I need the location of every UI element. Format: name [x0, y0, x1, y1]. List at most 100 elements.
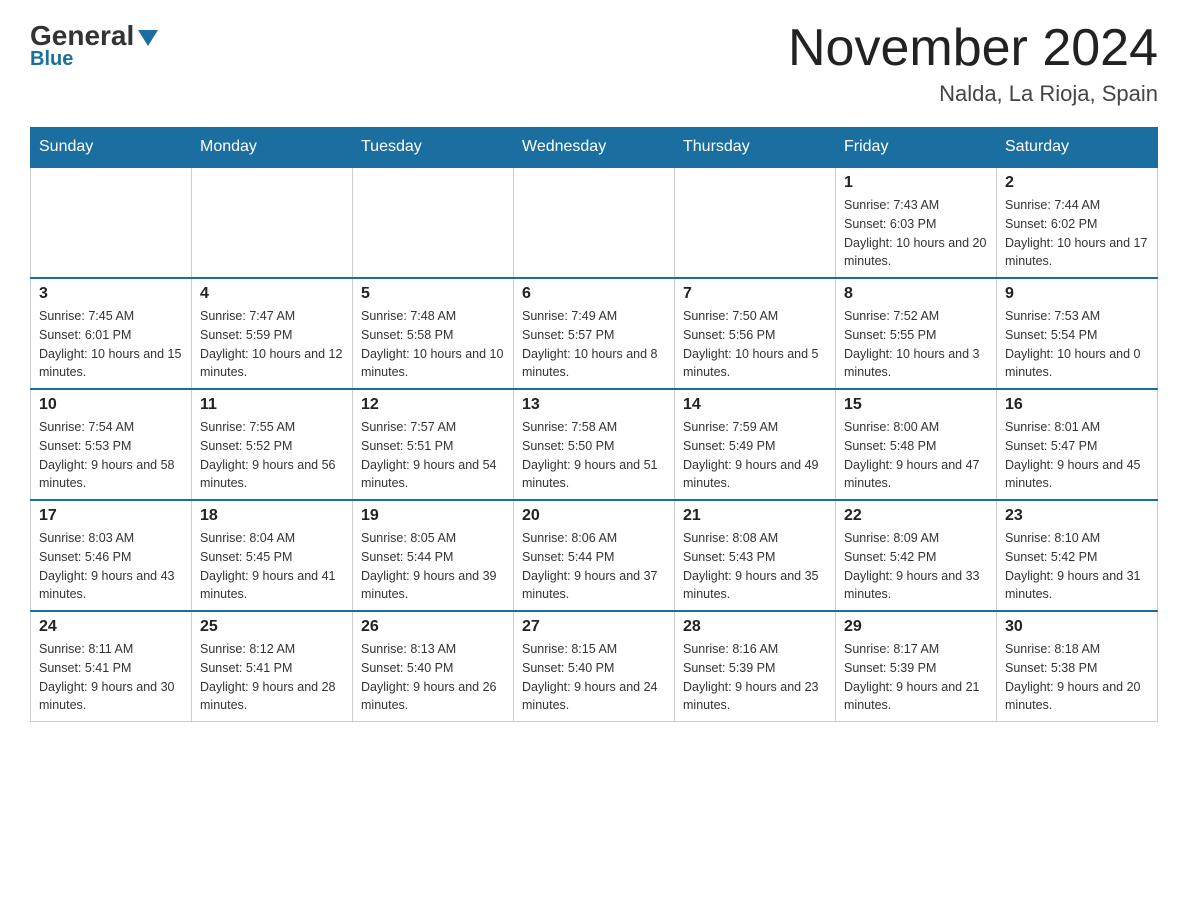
calendar-cell: 29 Sunrise: 8:17 AMSunset: 5:39 PMDayligh… — [836, 611, 997, 722]
day-info: Sunrise: 7:43 AMSunset: 6:03 PMDaylight:… — [844, 196, 988, 271]
calendar-cell: 19Sunrise: 8:05 AMSunset: 5:44 PMDayligh… — [353, 500, 514, 611]
day-number: 19 — [361, 507, 505, 525]
calendar-cell: 22 Sunrise: 8:09 AMSunset: 5:42 PMDayligh… — [836, 500, 997, 611]
day-number: 13 — [522, 396, 666, 414]
day-number: 18 — [200, 507, 344, 525]
day-number: 5 — [361, 285, 505, 303]
day-info: Sunrise: 8:13 AMSunset: 5:40 PMDaylight:… — [361, 640, 505, 715]
calendar-week-row: 17 Sunrise: 8:03 AMSunset: 5:46 PMDayligh… — [31, 500, 1158, 611]
day-info: Sunrise: 8:11 AMSunset: 5:41 PMDaylight:… — [39, 640, 183, 715]
day-number: 2 — [1005, 174, 1149, 192]
calendar-cell: 12 Sunrise: 7:57 AMSunset: 5:51 PMDayligh… — [353, 389, 514, 500]
calendar-cell: 18 Sunrise: 8:04 AMSunset: 5:45 PMDayligh… — [192, 500, 353, 611]
calendar-cell: 25 Sunrise: 8:12 AMSunset: 5:41 PMDayligh… — [192, 611, 353, 722]
calendar-cell: 10 Sunrise: 7:54 AMSunset: 5:53 PMDayligh… — [31, 389, 192, 500]
day-number: 25 — [200, 618, 344, 636]
calendar-cell: 15 Sunrise: 8:00 AMSunset: 5:48 PMDayligh… — [836, 389, 997, 500]
day-number: 24 — [39, 618, 183, 636]
day-info: Sunrise: 7:53 AMSunset: 5:54 PMDaylight:… — [1005, 307, 1149, 382]
calendar-cell — [353, 167, 514, 278]
day-info: Sunrise: 7:48 AMSunset: 5:58 PMDaylight:… — [361, 307, 505, 382]
calendar-week-row: 10 Sunrise: 7:54 AMSunset: 5:53 PMDayligh… — [31, 389, 1158, 500]
calendar-week-row: 24 Sunrise: 8:11 AMSunset: 5:41 PMDayligh… — [31, 611, 1158, 722]
calendar-header-row: SundayMondayTuesdayWednesdayThursdayFrid… — [31, 128, 1158, 168]
day-number: 27 — [522, 618, 666, 636]
day-info: Sunrise: 7:44 AMSunset: 6:02 PMDaylight:… — [1005, 196, 1149, 271]
day-info: Sunrise: 8:00 AMSunset: 5:48 PMDaylight:… — [844, 418, 988, 493]
day-number: 15 — [844, 396, 988, 414]
calendar-week-row: 3 Sunrise: 7:45 AMSunset: 6:01 PMDaylight… — [31, 278, 1158, 389]
day-number: 10 — [39, 396, 183, 414]
calendar-cell: 6Sunrise: 7:49 AMSunset: 5:57 PMDaylight… — [514, 278, 675, 389]
logo-triangle-icon — [138, 30, 158, 46]
calendar-cell: 27 Sunrise: 8:15 AMSunset: 5:40 PMDayligh… — [514, 611, 675, 722]
calendar-cell: 9 Sunrise: 7:53 AMSunset: 5:54 PMDaylight… — [997, 278, 1158, 389]
calendar-table: SundayMondayTuesdayWednesdayThursdayFrid… — [30, 127, 1158, 722]
header: General Blue November 2024 Nalda, La Rio… — [30, 20, 1158, 107]
calendar-cell — [514, 167, 675, 278]
day-info: Sunrise: 7:50 AMSunset: 5:56 PMDaylight:… — [683, 307, 827, 382]
calendar-cell: 4Sunrise: 7:47 AMSunset: 5:59 PMDaylight… — [192, 278, 353, 389]
day-number: 26 — [361, 618, 505, 636]
calendar-cell: 30Sunrise: 8:18 AMSunset: 5:38 PMDayligh… — [997, 611, 1158, 722]
title-area: November 2024 Nalda, La Rioja, Spain — [788, 20, 1158, 107]
day-info: Sunrise: 8:17 AMSunset: 5:39 PMDaylight:… — [844, 640, 988, 715]
day-info: Sunrise: 7:58 AMSunset: 5:50 PMDaylight:… — [522, 418, 666, 493]
day-number: 23 — [1005, 507, 1149, 525]
day-info: Sunrise: 8:10 AMSunset: 5:42 PMDaylight:… — [1005, 529, 1149, 604]
calendar-cell — [31, 167, 192, 278]
day-info: Sunrise: 8:15 AMSunset: 5:40 PMDaylight:… — [522, 640, 666, 715]
day-info: Sunrise: 8:08 AMSunset: 5:43 PMDaylight:… — [683, 529, 827, 604]
calendar-cell: 26 Sunrise: 8:13 AMSunset: 5:40 PMDayligh… — [353, 611, 514, 722]
day-info: Sunrise: 7:55 AMSunset: 5:52 PMDaylight:… — [200, 418, 344, 493]
day-info: Sunrise: 8:18 AMSunset: 5:38 PMDaylight:… — [1005, 640, 1149, 715]
header-saturday: Saturday — [997, 128, 1158, 168]
day-number: 17 — [39, 507, 183, 525]
day-number: 21 — [683, 507, 827, 525]
calendar-cell: 13 Sunrise: 7:58 AMSunset: 5:50 PMDayligh… — [514, 389, 675, 500]
calendar-cell: 8 Sunrise: 7:52 AMSunset: 5:55 PMDaylight… — [836, 278, 997, 389]
day-info: Sunrise: 7:45 AMSunset: 6:01 PMDaylight:… — [39, 307, 183, 382]
day-info: Sunrise: 7:57 AMSunset: 5:51 PMDaylight:… — [361, 418, 505, 493]
day-number: 9 — [1005, 285, 1149, 303]
day-number: 1 — [844, 174, 988, 192]
calendar-cell: 14Sunrise: 7:59 AMSunset: 5:49 PMDayligh… — [675, 389, 836, 500]
day-number: 29 — [844, 618, 988, 636]
calendar-cell: 1 Sunrise: 7:43 AMSunset: 6:03 PMDaylight… — [836, 167, 997, 278]
day-number: 8 — [844, 285, 988, 303]
calendar-cell — [192, 167, 353, 278]
day-number: 28 — [683, 618, 827, 636]
calendar-title: November 2024 — [788, 20, 1158, 77]
day-info: Sunrise: 7:52 AMSunset: 5:55 PMDaylight:… — [844, 307, 988, 382]
day-number: 7 — [683, 285, 827, 303]
day-info: Sunrise: 8:09 AMSunset: 5:42 PMDaylight:… — [844, 529, 988, 604]
calendar-cell: 21 Sunrise: 8:08 AMSunset: 5:43 PMDayligh… — [675, 500, 836, 611]
day-number: 12 — [361, 396, 505, 414]
calendar-cell: 20Sunrise: 8:06 AMSunset: 5:44 PMDayligh… — [514, 500, 675, 611]
calendar-cell: 3 Sunrise: 7:45 AMSunset: 6:01 PMDaylight… — [31, 278, 192, 389]
day-info: Sunrise: 8:04 AMSunset: 5:45 PMDaylight:… — [200, 529, 344, 604]
day-number: 3 — [39, 285, 183, 303]
day-info: Sunrise: 8:12 AMSunset: 5:41 PMDaylight:… — [200, 640, 344, 715]
header-friday: Friday — [836, 128, 997, 168]
header-tuesday: Tuesday — [353, 128, 514, 168]
calendar-cell: 2 Sunrise: 7:44 AMSunset: 6:02 PMDaylight… — [997, 167, 1158, 278]
day-info: Sunrise: 8:01 AMSunset: 5:47 PMDaylight:… — [1005, 418, 1149, 493]
day-number: 16 — [1005, 396, 1149, 414]
day-number: 4 — [200, 285, 344, 303]
header-sunday: Sunday — [31, 128, 192, 168]
calendar-cell: 28 Sunrise: 8:16 AMSunset: 5:39 PMDayligh… — [675, 611, 836, 722]
calendar-cell: 24 Sunrise: 8:11 AMSunset: 5:41 PMDayligh… — [31, 611, 192, 722]
day-info: Sunrise: 8:03 AMSunset: 5:46 PMDaylight:… — [39, 529, 183, 604]
day-info: Sunrise: 7:54 AMSunset: 5:53 PMDaylight:… — [39, 418, 183, 493]
day-number: 6 — [522, 285, 666, 303]
header-wednesday: Wednesday — [514, 128, 675, 168]
calendar-cell: 5 Sunrise: 7:48 AMSunset: 5:58 PMDaylight… — [353, 278, 514, 389]
day-number: 22 — [844, 507, 988, 525]
calendar-cell: 11Sunrise: 7:55 AMSunset: 5:52 PMDayligh… — [192, 389, 353, 500]
day-info: Sunrise: 8:16 AMSunset: 5:39 PMDaylight:… — [683, 640, 827, 715]
header-monday: Monday — [192, 128, 353, 168]
calendar-cell: 7 Sunrise: 7:50 AMSunset: 5:56 PMDaylight… — [675, 278, 836, 389]
day-info: Sunrise: 7:59 AMSunset: 5:49 PMDaylight:… — [683, 418, 827, 493]
calendar-week-row: 1 Sunrise: 7:43 AMSunset: 6:03 PMDaylight… — [31, 167, 1158, 278]
